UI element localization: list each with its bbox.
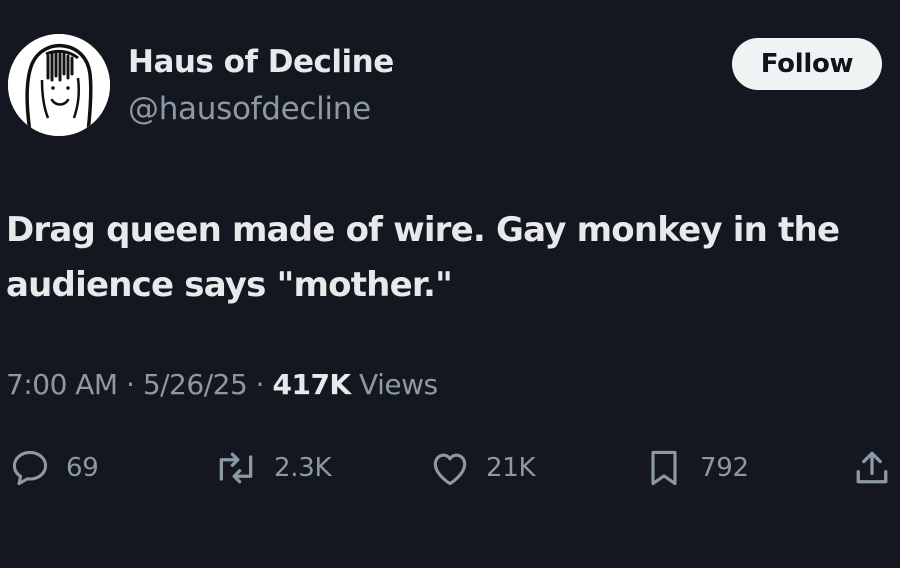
- like-button[interactable]: 21K: [428, 440, 536, 496]
- meta-separator: ·: [255, 368, 265, 401]
- repost-icon: [219, 452, 253, 484]
- tweet-date[interactable]: 5/26/25: [143, 368, 248, 401]
- tweet-meta: 7:00 AM · 5/26/25 · 417K Views: [6, 368, 438, 401]
- bookmark-icon: [651, 450, 677, 486]
- repost-button[interactable]: 2.3K: [212, 440, 332, 496]
- repost-count: 2.3K: [274, 453, 332, 483]
- reply-button[interactable]: 69: [8, 440, 99, 496]
- bookmark-count: 792: [700, 453, 749, 483]
- author-handle[interactable]: @hausofdecline: [128, 91, 371, 127]
- action-bar: 69 2.3K 21K 792: [0, 440, 900, 496]
- tweet-time[interactable]: 7:00 AM: [6, 368, 118, 401]
- views-count[interactable]: 417K: [272, 368, 351, 401]
- avatar-drawing-icon: [8, 34, 110, 136]
- follow-button[interactable]: Follow: [732, 38, 882, 90]
- meta-separator: ·: [126, 368, 135, 401]
- like-count: 21K: [486, 453, 536, 483]
- avatar[interactable]: [8, 34, 110, 136]
- reply-count: 69: [66, 453, 99, 483]
- share-button[interactable]: [850, 440, 894, 496]
- reply-icon: [12, 450, 48, 486]
- bookmark-button[interactable]: 792: [642, 440, 749, 496]
- author-display-name[interactable]: Haus of Decline: [128, 44, 394, 80]
- share-icon: [856, 451, 888, 484]
- views-label[interactable]: Views: [359, 368, 438, 401]
- tweet-text: Drag queen made of wire. Gay monkey in t…: [6, 210, 840, 305]
- heart-icon: [433, 453, 467, 486]
